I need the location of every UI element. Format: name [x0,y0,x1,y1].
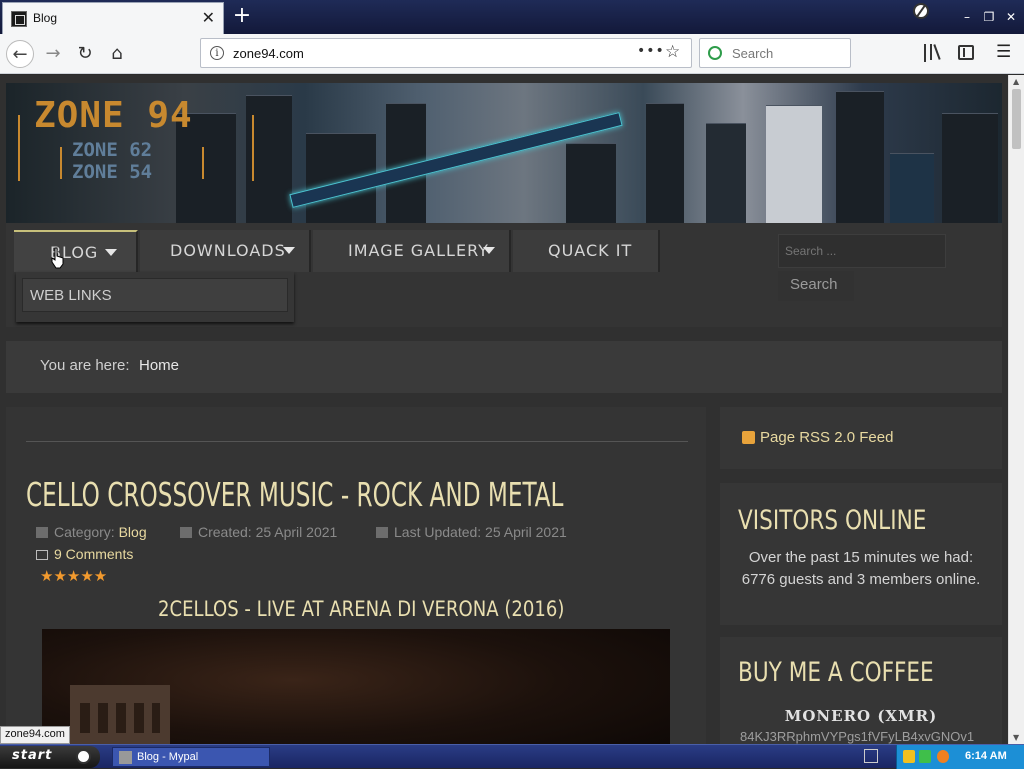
monero-address[interactable]: 84KJ3RRphmVYPgs1fVFyLB4xvGNOv1 [740,729,974,744]
menu-item-label: DOWNLOADS [170,241,286,260]
network-icon[interactable] [919,750,931,763]
dropdown-arrow-icon [283,247,295,254]
created-date: Created: 25 April 2021 [198,524,338,540]
mouse-pointer-icon [51,247,64,269]
category-label: Category: [54,524,115,540]
browser-search-placeholder: Search [732,46,774,61]
taskbar-item-label: Blog - Mypal [137,751,199,763]
page-actions-icon[interactable]: ••• [637,43,665,59]
divider [26,441,688,442]
comments-count: 9 Comments [54,546,134,562]
tab-blog[interactable]: Blog ✕ [2,2,224,34]
logo-subtitle-1: ZONE 62 [72,139,153,161]
library-icon[interactable] [924,44,942,62]
reload-button[interactable]: ↻ [71,40,99,68]
start-orb-icon [76,749,91,764]
taskbar: start Blog - Mypal 6:14 AM [0,744,1024,769]
comment-icon [36,550,48,560]
menu-item-label: IMAGE GALLERY [348,241,489,260]
url-text[interactable]: zone94.com [233,46,304,61]
site-search-button[interactable]: Search [778,271,854,301]
navigation-toolbar: ← → ↻ ⌂ i zone94.com ••• ☆ Search ☰ [0,34,1024,74]
restore-button[interactable]: ❐ [978,8,1000,26]
video-thumbnail [70,685,170,744]
close-window-button[interactable]: ✕ [1000,8,1022,26]
visitors-module: VISITORS ONLINE Over the past 15 minutes… [720,483,1002,625]
header-banner-image: ZONE 94 ZONE 62 ZONE 54 [6,83,1002,223]
site-logo[interactable]: ZONE 94 [34,95,193,136]
folder-icon [36,527,48,538]
menu-item-downloads[interactable]: DOWNLOADS [140,230,311,272]
video-player[interactable] [42,629,670,744]
main-menu: BLOG DOWNLOADS IMAGE GALLERY QUACK IT [14,230,660,272]
video-title: 2CELLOS - LIVE AT ARENA DI VERONA (2016) [158,597,565,621]
minimize-button[interactable]: – [956,8,978,26]
coffee-module: BUY ME A COFFEE MONERO (XMR) 84KJ3RRphmV… [720,637,1002,744]
tab-close-icon[interactable]: ✕ [202,8,215,28]
calendar-icon [180,527,192,538]
search-engine-icon[interactable] [708,46,722,60]
article-category: Category: Blog [36,524,147,540]
site-search-input[interactable] [778,234,946,268]
updated-date: Last Updated: 25 April 2021 [394,524,567,540]
private-browsing-icon [913,3,929,19]
rss-module: Page RSS 2.0 Feed [720,407,1002,469]
status-url-tooltip: zone94.com [0,726,70,744]
start-button[interactable]: start [0,746,100,768]
rss-icon [742,431,755,444]
browser-search-input[interactable]: Search [699,38,851,68]
category-link[interactable]: Blog [119,524,147,540]
scroll-thumb[interactable] [1012,89,1021,149]
rss-feed-link[interactable]: Page RSS 2.0 Feed [760,429,893,446]
search-tray-icon[interactable] [937,750,949,763]
new-tab-button[interactable]: + [230,3,254,29]
calendar-icon [376,527,388,538]
url-bar[interactable]: i zone94.com ••• ☆ [200,38,692,68]
menu-item-quack-it[interactable]: QUACK IT [513,230,660,272]
blog-submenu: WEB LINKS [16,272,294,322]
system-tray: 6:14 AM [896,745,1024,769]
article-created: Created: 25 April 2021 [180,524,337,540]
tab-strip: Blog ✕ + – ❐ ✕ [0,0,1024,34]
coffee-heading: BUY ME A COFFEE [738,657,934,688]
site-favicon-icon [11,11,27,27]
shield-icon[interactable] [903,750,915,763]
comments-link[interactable]: 9 Comments [36,546,133,562]
star-rating[interactable]: ★★★★★ [40,567,107,585]
visitors-heading: VISITORS ONLINE [738,505,927,536]
page-scrollbar[interactable]: ▲ ▼ [1008,75,1024,744]
site-info-icon[interactable]: i [210,46,224,60]
breadcrumb-home: Home [139,357,180,374]
menu-item-blog[interactable]: BLOG [14,230,138,272]
tab-title: Blog [33,11,58,25]
home-button[interactable]: ⌂ [103,40,131,68]
mypal-icon [119,751,132,764]
article-title[interactable]: CELLO CROSSOVER MUSIC - ROCK AND METAL [26,475,563,514]
clock: 6:14 AM [965,750,1007,762]
article-updated: Last Updated: 25 April 2021 [376,524,567,540]
logo-subtitle-2: ZONE 54 [72,161,153,183]
start-label: start [12,748,53,763]
breadcrumb: You are here: Home [6,341,1002,393]
scroll-down-icon[interactable]: ▼ [1013,733,1019,742]
page-viewport: ZONE 94 ZONE 62 ZONE 54 BLOG DOWNLOADS I… [0,75,1008,744]
menu-item-label: QUACK IT [548,241,633,260]
forward-button[interactable]: → [39,40,67,68]
bookmark-star-icon[interactable]: ☆ [665,42,680,62]
monero-label: MONERO (XMR) [784,707,938,725]
taskbar-item-mypal[interactable]: Blog - Mypal [112,747,270,767]
menu-item-image-gallery[interactable]: IMAGE GALLERY [313,230,511,272]
hamburger-menu-icon[interactable]: ☰ [996,44,1012,61]
visitors-text: Over the past 15 minutes we had: 6776 gu… [741,549,981,588]
keyboard-icon[interactable] [864,749,878,763]
dropdown-arrow-icon [105,249,117,256]
back-button[interactable]: ← [6,40,34,68]
submenu-item-web-links[interactable]: WEB LINKS [22,278,288,312]
scroll-up-icon[interactable]: ▲ [1013,77,1019,86]
sidebar-toggle-icon[interactable] [958,45,974,60]
breadcrumb-label: You are here: [40,357,130,374]
article: CELLO CROSSOVER MUSIC - ROCK AND METAL C… [6,407,706,744]
dropdown-arrow-icon [483,247,495,254]
